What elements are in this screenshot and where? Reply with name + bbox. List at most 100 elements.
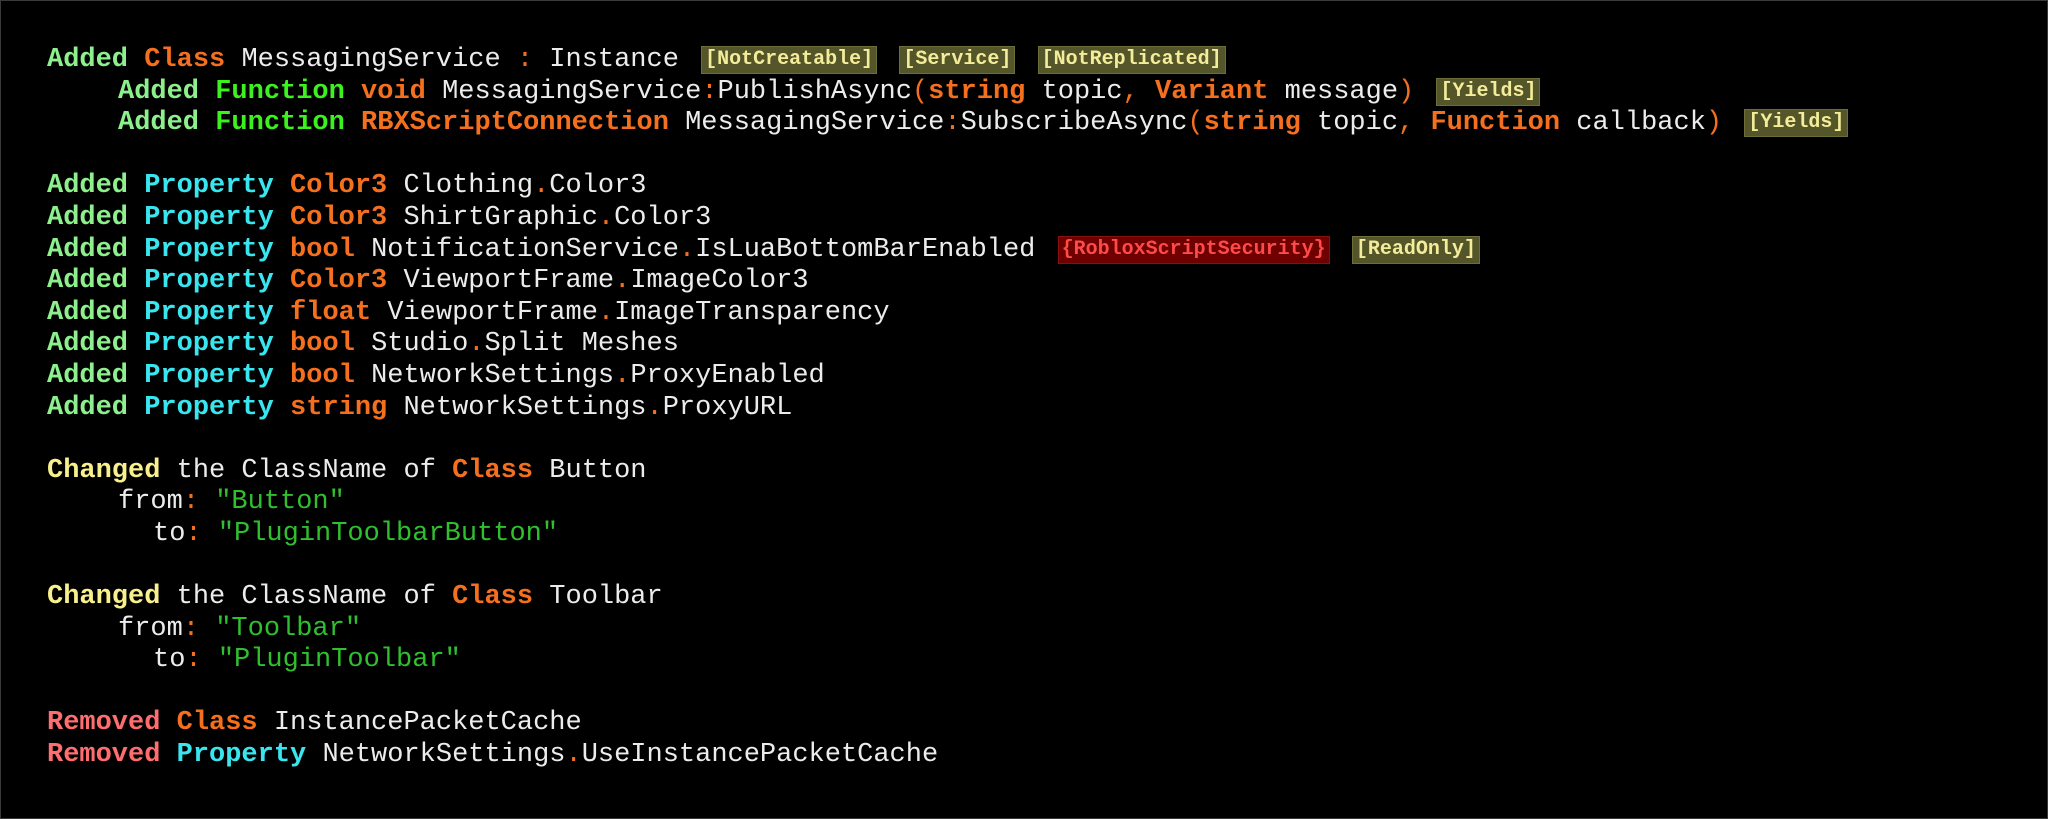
- value-type: string: [290, 392, 388, 423]
- member-name: Color3: [614, 202, 712, 233]
- action-keyword: Added: [47, 266, 129, 297]
- new-value: "PluginToolbarButton": [217, 518, 559, 549]
- added-property-line: Added Property Color3 Clothing.Color3: [47, 171, 647, 202]
- kind-keyword: Function: [215, 76, 345, 107]
- kind-keyword: Class: [144, 45, 226, 75]
- tag-badge: [ReadOnly]: [1351, 235, 1480, 264]
- param-type: string: [1203, 108, 1301, 139]
- to-label: to: [153, 518, 186, 549]
- kind-keyword: Property: [144, 266, 274, 297]
- added-property-line: Added Property float ViewportFrame.Image…: [47, 297, 890, 328]
- class-name: MessagingService: [241, 45, 501, 75]
- tag-badge: [Yields]: [1436, 77, 1541, 106]
- added-property-line: Added Property bool NetworkSettings.Prox…: [47, 360, 825, 391]
- change-from-line: from: "Toolbar": [118, 613, 362, 644]
- value-type: float: [290, 297, 372, 328]
- tag-badge: [Service]: [899, 46, 1016, 74]
- action-keyword: Added: [47, 392, 129, 423]
- kind-keyword: Property: [176, 740, 307, 771]
- value-type: bool: [290, 360, 355, 391]
- value-type: Color3: [290, 171, 388, 202]
- tag-badge: [NotReplicated]: [1037, 46, 1226, 74]
- kind-keyword: Function: [215, 108, 345, 139]
- member-name: UseInstancePacketCache: [581, 740, 939, 771]
- tag-badge: [Yields]: [1744, 109, 1849, 138]
- security-badge: {RobloxScriptSecurity}: [1057, 235, 1330, 264]
- change-to-line: to: "PluginToolbar": [153, 645, 461, 676]
- change-description: the ClassName of: [176, 455, 436, 486]
- kind-keyword: Class: [452, 582, 534, 613]
- action-keyword: Changed: [47, 455, 161, 486]
- change-to-line: to: "PluginToolbarButton": [153, 518, 559, 549]
- value-type: Color3: [290, 266, 388, 297]
- new-value: "PluginToolbar": [217, 645, 461, 676]
- added-class-line: Added Class MessagingService : Instance …: [47, 45, 2047, 77]
- param-type: string: [928, 76, 1026, 107]
- class-name: InstancePacketCache: [273, 708, 582, 739]
- added-property-line: Added Property Color3 ViewportFrame.Imag…: [47, 266, 809, 297]
- return-type: void: [361, 76, 426, 107]
- action-keyword: Added: [118, 76, 200, 107]
- kind-keyword: Class: [452, 455, 534, 486]
- action-keyword: Added: [47, 360, 129, 391]
- kind-keyword: Class: [176, 708, 258, 739]
- class-name: Toolbar: [549, 582, 663, 613]
- member-name: ImageColor3: [630, 266, 809, 297]
- value-type: Color3: [290, 202, 388, 233]
- member-name: ProxyEnabled: [630, 360, 825, 391]
- kind-keyword: Property: [144, 392, 274, 423]
- param-type: Function: [1430, 108, 1561, 139]
- added-property-line: Added Property Color3 ShirtGraphic.Color…: [47, 202, 712, 233]
- class-name: Button: [549, 455, 647, 486]
- change-description: the ClassName of: [176, 582, 436, 613]
- value-type: bool: [290, 329, 355, 360]
- param-name: topic: [1317, 108, 1399, 139]
- member-name: Color3: [549, 171, 647, 202]
- inherit-colon: :: [516, 45, 534, 75]
- added-property-line: Added Property bool Studio.Split Meshes: [47, 329, 679, 360]
- kind-keyword: Property: [144, 202, 274, 233]
- action-keyword: Added: [118, 108, 200, 139]
- from-label: from: [118, 487, 183, 518]
- added-function-line: Added Function RBXScriptConnection Messa…: [47, 108, 2047, 140]
- value-type: bool: [290, 234, 355, 265]
- member-name: SubscribeAsync: [960, 108, 1188, 139]
- added-function-line: Added Function void MessagingService:Pub…: [47, 77, 2047, 109]
- owner-name: MessagingService: [685, 108, 945, 139]
- from-label: from: [118, 613, 183, 644]
- member-name: ImageTransparency: [614, 297, 890, 328]
- kind-keyword: Property: [144, 234, 274, 265]
- param-name: topic: [1041, 76, 1123, 107]
- member-name: Split Meshes: [484, 329, 679, 360]
- action-keyword: Added: [47, 234, 129, 265]
- action-keyword: Changed: [47, 582, 161, 613]
- kind-keyword: Property: [144, 329, 274, 360]
- owner-name: NetworkSettings: [322, 740, 566, 771]
- action-keyword: Added: [47, 171, 129, 202]
- to-label: to: [153, 645, 186, 676]
- kind-keyword: Property: [144, 171, 274, 202]
- action-keyword: Removed: [47, 708, 161, 739]
- changed-classname-line: Changed the ClassName of Class Toolbar: [47, 582, 2047, 614]
- kind-keyword: Property: [144, 297, 274, 328]
- tag-badge: [NotCreatable]: [701, 46, 878, 74]
- owner-name: ShirtGraphic: [403, 202, 598, 233]
- owner-name: NotificationService: [371, 234, 679, 265]
- owner-name: Clothing: [403, 171, 534, 202]
- action-keyword: Removed: [47, 740, 161, 771]
- owner-name: ViewportFrame: [403, 266, 615, 297]
- param-type: Variant: [1155, 76, 1269, 107]
- param-name: message: [1284, 76, 1399, 107]
- owner-name: ViewportFrame: [387, 297, 598, 328]
- added-property-line: Added Property string NetworkSettings.Pr…: [47, 392, 793, 423]
- member-name: IsLuaBottomBarEnabled: [695, 234, 1036, 265]
- change-from-line: from: "Button": [118, 487, 345, 518]
- added-property-line: Added Property bool NotificationService.…: [47, 235, 2047, 267]
- owner-name: NetworkSettings: [371, 360, 615, 391]
- kind-keyword: Property: [144, 360, 274, 391]
- removed-property-line: Removed Property NetworkSettings.UseInst…: [47, 740, 939, 771]
